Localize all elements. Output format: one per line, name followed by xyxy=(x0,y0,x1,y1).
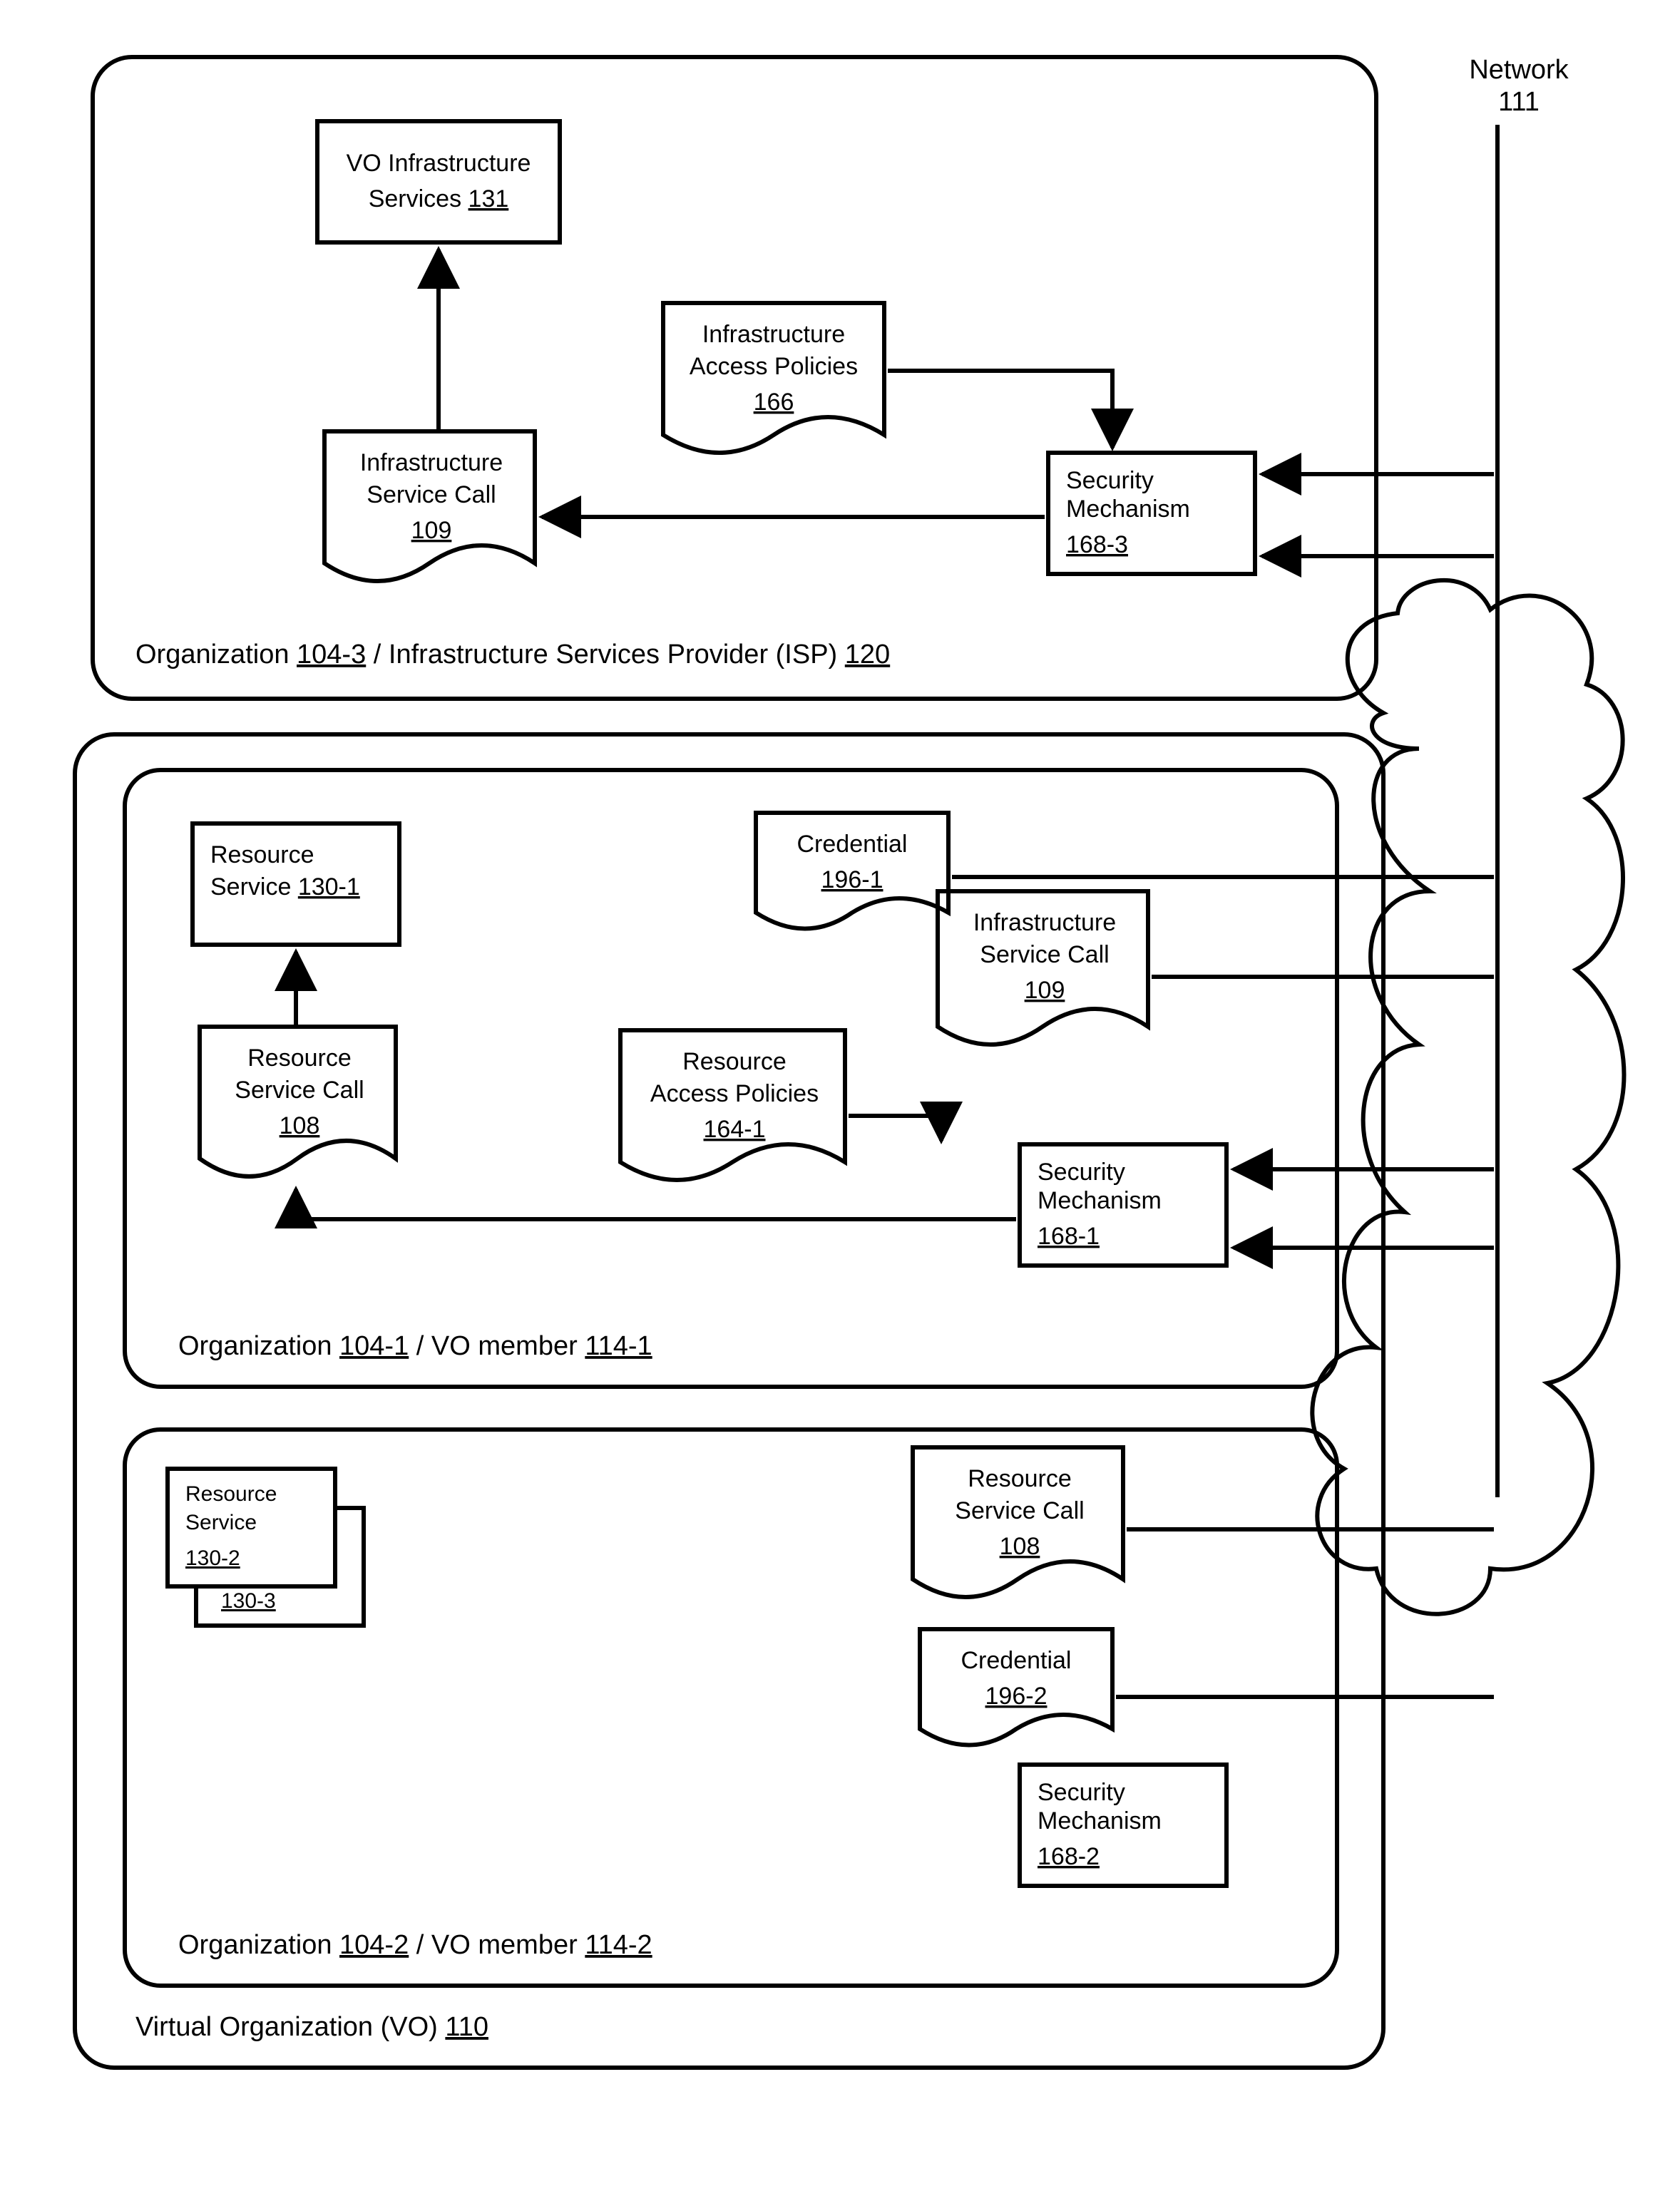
org3-infra-call-l2: Service Call xyxy=(367,481,496,508)
vo-label: Virtual Organization (VO) 110 xyxy=(135,2012,488,2042)
org2-cred-ref: 196-2 xyxy=(985,1683,1048,1710)
vo-infra-services-l2: Services 131 xyxy=(369,185,509,212)
infra-policies-l2: Access Policies xyxy=(690,353,858,380)
arrow-policies-to-sec3 xyxy=(888,371,1112,448)
org1-sec-ref: 168-1 xyxy=(1038,1223,1100,1250)
org1-res-policies-ref: 164-1 xyxy=(704,1116,766,1143)
org2-sec-l2: Mechanism xyxy=(1038,1807,1162,1835)
org2-res-serv1-l2: Service xyxy=(185,1511,257,1534)
org2-res-serv1-l1: Resource xyxy=(185,1482,277,1506)
org2-res-serv2-ref: 130-3 xyxy=(221,1589,276,1613)
org1-res-call-l1: Resource xyxy=(247,1045,352,1072)
org3-sec-ref: 168-3 xyxy=(1066,531,1128,558)
org1-inf-call-ref: 109 xyxy=(1025,977,1065,1004)
org2-res-call-ref: 108 xyxy=(1000,1533,1040,1560)
org1-res-serv-l1: Resource xyxy=(210,841,314,868)
network-label: Network xyxy=(1469,55,1569,85)
org1-sec-l2: Mechanism xyxy=(1038,1187,1162,1214)
network-ref: 111 xyxy=(1498,87,1540,117)
org3-label: Organization 104-3 / Infrastructure Serv… xyxy=(135,640,890,669)
infra-policies-ref: 166 xyxy=(754,389,794,416)
org1-res-policies-l2: Access Policies xyxy=(650,1080,819,1107)
org2-cred-l1: Credential xyxy=(961,1647,1072,1674)
org1-res-serv-l2: Service 130-1 xyxy=(210,873,360,900)
org2-res-call-l1: Resource xyxy=(968,1465,1072,1492)
vo-container xyxy=(75,734,1383,2068)
infra-policies-l1: Infrastructure xyxy=(702,321,845,348)
org1-res-policies-l1: Resource xyxy=(682,1048,787,1075)
arrow-policies1-to-sec1 xyxy=(849,1116,941,1141)
org1-label: Organization 104-1 / VO member 114-1 xyxy=(178,1331,652,1361)
vo-infra-services-l1: VO Infrastructure xyxy=(347,150,531,177)
org3-sec-l1: Security xyxy=(1066,467,1154,494)
org1-res-call-ref: 108 xyxy=(280,1112,320,1139)
org2-sec-l1: Security xyxy=(1038,1779,1125,1806)
vo-infra-services-box xyxy=(317,121,560,242)
org1-inf-call-l2: Service Call xyxy=(980,941,1109,968)
org3-infra-call-ref: 109 xyxy=(411,517,452,544)
org3-infra-call-l1: Infrastructure xyxy=(360,449,503,476)
org1-inf-call-l1: Infrastructure xyxy=(973,909,1116,936)
org1-res-call-l2: Service Call xyxy=(235,1077,364,1104)
org1-sec-l1: Security xyxy=(1038,1159,1125,1186)
org1-cred-ref: 196-1 xyxy=(821,866,883,893)
org2-res-call-l2: Service Call xyxy=(955,1497,1084,1524)
arrow-sec1-to-rescall1 xyxy=(296,1189,1016,1219)
org2-sec-ref: 168-2 xyxy=(1038,1843,1100,1870)
org1-cred-l1: Credential xyxy=(797,831,908,858)
org2-res-serv1-ref: 130-2 xyxy=(185,1546,240,1570)
org2-label: Organization 104-2 / VO member 114-2 xyxy=(178,1930,652,1960)
org3-sec-l2: Mechanism xyxy=(1066,496,1190,523)
